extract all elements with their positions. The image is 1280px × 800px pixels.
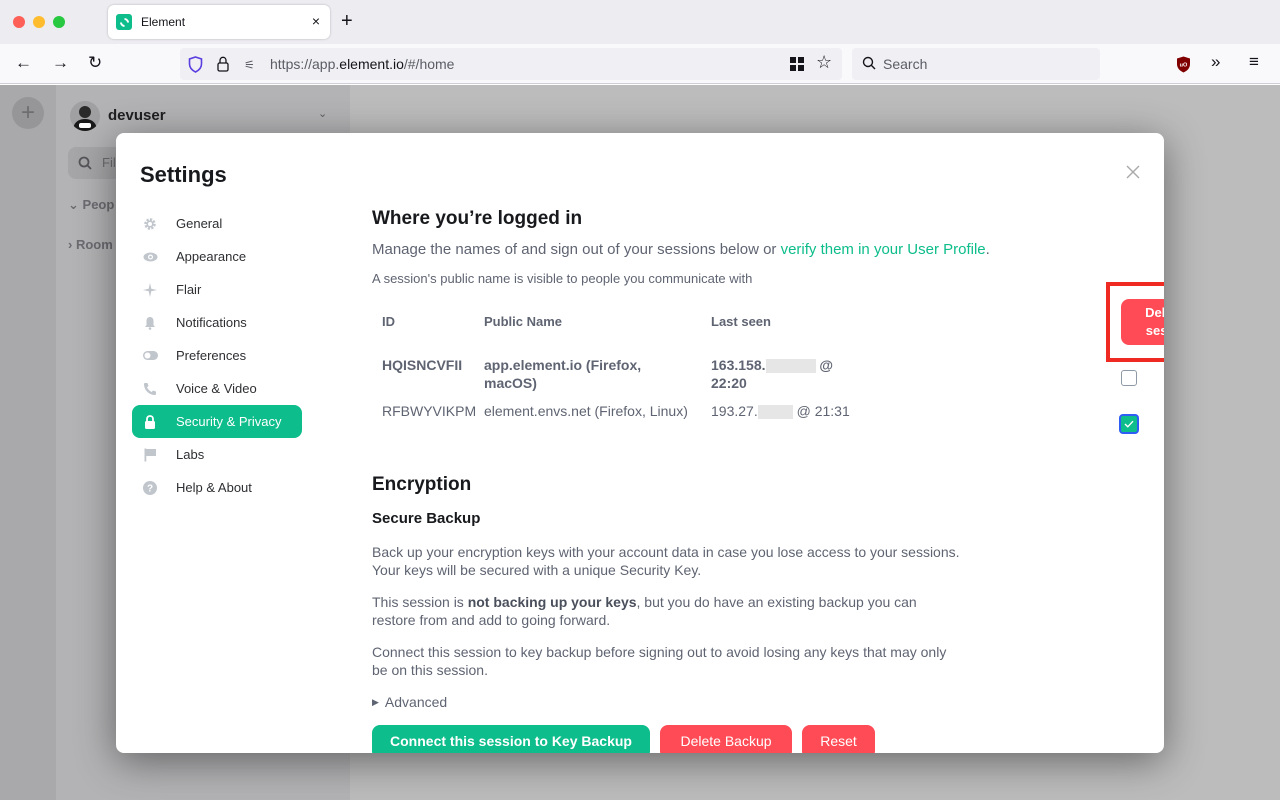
session-public-name[interactable]: app.element.io (Firefox, macOS) <box>484 356 684 392</box>
advanced-disclosure[interactable]: ▶ Advanced <box>372 694 447 710</box>
checkmark-icon <box>1124 420 1134 428</box>
app-menu-button[interactable]: ≡ <box>1249 52 1259 72</box>
chevron-down-icon: ⌄ <box>68 197 79 212</box>
column-header-last-seen: Last seen <box>711 314 771 329</box>
chevron-down-icon[interactable]: ⌄ <box>318 107 327 120</box>
backup-status-text: This session is not backing up your keys… <box>372 594 917 628</box>
url-text[interactable]: https://app.element.io/#/home <box>270 56 454 72</box>
delete-sessions-button[interactable]: Delete 1 session <box>1121 299 1164 345</box>
tab-close-icon[interactable]: × <box>312 13 320 29</box>
lock-icon[interactable] <box>216 56 230 72</box>
browser-tab-bar: Element × + <box>0 0 1280 44</box>
session-public-name[interactable]: element.envs.net (Firefox, Linux) <box>484 402 688 420</box>
redacted-ip <box>757 405 793 420</box>
section-rooms[interactable]: › Room <box>68 237 113 252</box>
verify-user-profile-link[interactable]: verify them in your User Profile <box>781 241 986 258</box>
secure-backup-description: Back up your encryption keys with your a… <box>372 544 960 578</box>
reload-button[interactable]: ↻ <box>88 53 102 73</box>
element-favicon-icon <box>116 14 132 30</box>
bookmark-star-icon[interactable]: ☆ <box>816 52 832 73</box>
dialog-title: Settings <box>140 162 227 187</box>
help-icon: ? <box>142 480 158 496</box>
create-space-button[interactable]: + <box>12 97 44 129</box>
settings-dialog: Settings General Appearance Flair Notifi… <box>116 133 1164 753</box>
chevron-right-icon: › <box>68 237 73 252</box>
settings-tab-labs[interactable]: Labs <box>132 438 302 471</box>
column-header-id: ID <box>382 314 395 329</box>
redacted-ip <box>765 359 816 374</box>
eye-icon <box>142 249 158 265</box>
window-minimize-button[interactable] <box>33 16 45 28</box>
settings-tab-flair[interactable]: Flair <box>132 273 302 306</box>
settings-tab-appearance[interactable]: Appearance <box>132 240 302 273</box>
settings-tab-help-about[interactable]: ? Help & About <box>132 471 302 504</box>
sessions-description: Manage the names of and sign out of your… <box>372 241 990 258</box>
window-close-button[interactable] <box>13 16 25 28</box>
lock-icon <box>142 414 158 430</box>
settings-tab-general[interactable]: General <box>132 207 302 240</box>
space-bar: + <box>0 85 56 800</box>
extensions-overflow-button[interactable]: » <box>1211 52 1220 72</box>
username[interactable]: devuser <box>108 107 166 124</box>
flag-icon <box>142 447 158 463</box>
session-last-seen: 193.27. @ 21:31 <box>711 403 850 420</box>
qr-code-icon[interactable] <box>790 57 804 71</box>
reset-backup-button[interactable]: Reset <box>802 725 875 753</box>
filter-placeholder: Fil <box>102 155 116 170</box>
settings-nav: General Appearance Flair Notifications P… <box>132 207 302 504</box>
gear-icon <box>142 216 158 232</box>
settings-tab-preferences[interactable]: Preferences <box>132 339 302 372</box>
connect-key-backup-button[interactable]: Connect this session to Key Backup <box>372 725 650 753</box>
browser-search-field[interactable]: Search <box>852 48 1100 80</box>
tracking-shield-icon[interactable] <box>188 56 203 73</box>
session-id: RFBWYVIKPM <box>382 403 477 419</box>
public-name-note: A session's public name is visible to pe… <box>372 271 753 286</box>
tab-title: Element <box>141 15 186 29</box>
encryption-heading: Encryption <box>372 474 472 495</box>
section-people[interactable]: ⌄ Peop <box>68 197 114 213</box>
new-tab-button[interactable]: + <box>341 10 353 33</box>
window-zoom-button[interactable] <box>53 16 65 28</box>
triangle-right-icon: ▶ <box>372 697 379 707</box>
sparkle-icon <box>142 282 158 298</box>
settings-tab-voice-video[interactable]: Voice & Video <box>132 372 302 405</box>
session-select-checkbox[interactable] <box>1119 414 1139 434</box>
column-header-public-name: Public Name <box>484 314 563 329</box>
search-icon <box>862 56 876 70</box>
permissions-icon[interactable]: ⚟ <box>244 58 255 72</box>
forward-button[interactable]: → <box>52 53 69 73</box>
session-select-checkbox[interactable] <box>1121 370 1137 386</box>
phone-icon <box>142 381 158 397</box>
bell-icon <box>142 315 158 331</box>
back-button[interactable]: ← <box>15 53 32 73</box>
session-last-seen: 163.158. @ 22:20 <box>711 357 834 391</box>
svg-text:uO: uO <box>1180 63 1188 69</box>
sessions-heading: Where you’re logged in <box>372 208 583 229</box>
avatar-image-icon <box>73 106 97 131</box>
connect-backup-note: Connect this session to key backup befor… <box>372 644 947 678</box>
toggle-icon <box>142 348 158 364</box>
browser-nav-bar: ← → ↻ ⚟ https://app.element.io/#/home ☆ … <box>0 44 1280 84</box>
ublock-origin-icon[interactable]: uO <box>1176 56 1191 73</box>
secure-backup-heading: Secure Backup <box>372 510 481 527</box>
delete-backup-button[interactable]: Delete Backup <box>660 725 792 753</box>
browser-tab-element[interactable]: Element × <box>108 5 330 39</box>
url-bar[interactable]: ⚟ https://app.element.io/#/home ☆ <box>180 48 842 80</box>
svg-text:?: ? <box>147 483 153 494</box>
search-placeholder: Search <box>883 56 928 72</box>
session-id: HQISNCVFII <box>382 357 463 373</box>
close-icon[interactable] <box>1124 163 1142 181</box>
user-avatar[interactable] <box>70 101 100 131</box>
settings-tab-notifications[interactable]: Notifications <box>132 306 302 339</box>
settings-tab-security-privacy[interactable]: Security & Privacy <box>132 405 302 438</box>
search-icon <box>78 156 92 170</box>
